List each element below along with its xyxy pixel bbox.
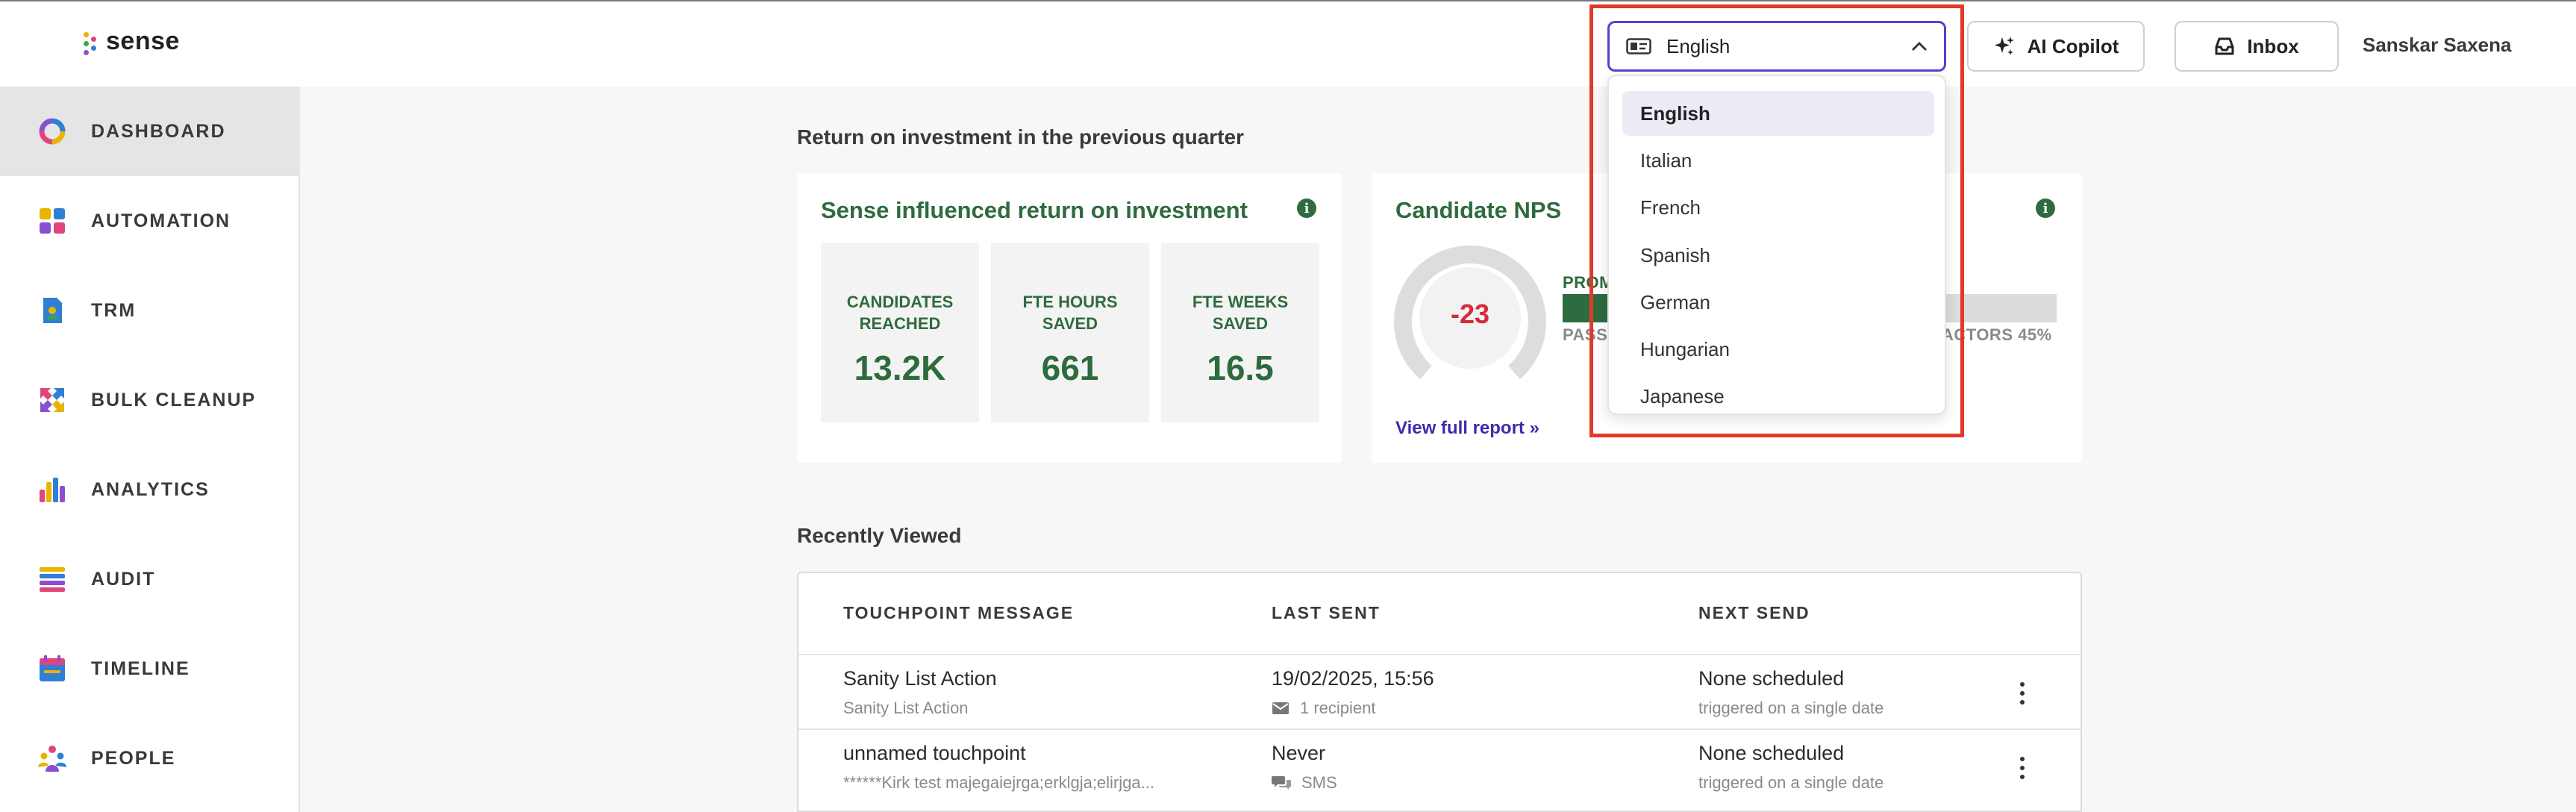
sidebar-item-label: BULK CLEANUP xyxy=(91,389,257,410)
stat-label-line2: REACHED xyxy=(859,314,941,333)
trm-document-icon xyxy=(43,298,62,323)
sparkle-icon xyxy=(1994,37,2014,55)
stat-label-line1: FTE WEEKS xyxy=(1192,293,1289,311)
last-sent-value: Never xyxy=(1272,742,1326,764)
column-header-touchpoint[interactable]: TOUCHPOINT MESSAGE xyxy=(843,603,1074,623)
inbox-label: Inbox xyxy=(2247,34,2299,57)
sidebar-item-people[interactable]: PEOPLE xyxy=(0,713,300,803)
chat-bubbles-icon xyxy=(1272,776,1291,790)
column-header-last-sent[interactable]: LAST SENT xyxy=(1272,603,1381,623)
sidebar: DASHBOARD AUTOMATION TRM BULK CLEANUP AN… xyxy=(0,87,300,812)
envelope-icon xyxy=(1272,702,1289,714)
sidebar-item-audit[interactable]: AUDIT xyxy=(0,534,300,624)
top-header: sense English AI Copilot Inbox Sanskar S… xyxy=(0,0,2576,87)
people-group-icon xyxy=(38,746,66,772)
next-send-value: None scheduled xyxy=(1698,742,1845,764)
sidebar-item-label: ANALYTICS xyxy=(91,478,210,500)
row-menu-icon[interactable] xyxy=(2019,682,2025,705)
nps-card-title: Candidate NPS xyxy=(1395,197,1562,223)
sidebar-item-bulk-cleanup[interactable]: BULK CLEANUP xyxy=(0,355,300,445)
stat-label-line1: CANDIDATES xyxy=(846,293,954,311)
audit-list-icon xyxy=(40,567,65,592)
user-name[interactable]: Sanskar Saxena xyxy=(2363,34,2511,57)
sidebar-item-label: DASHBOARD xyxy=(91,120,226,142)
sidebar-item-label: AUDIT xyxy=(91,568,156,590)
row-menu-icon[interactable] xyxy=(2019,757,2025,779)
sidebar-item-dashboard[interactable]: DASHBOARD xyxy=(0,87,300,176)
stat-label: FTE HOURS SAVED xyxy=(991,291,1149,334)
table-row[interactable]: Sanity List Action Sanity List Action 19… xyxy=(798,654,2081,728)
stat-label-line2: SAVED xyxy=(1212,314,1269,333)
dashboard-ring-icon xyxy=(39,118,66,145)
last-sent-detail: 1 recipient xyxy=(1272,699,1376,718)
sidebar-item-label: TRM xyxy=(91,299,137,321)
touchpoint-name[interactable]: Sanity List Action xyxy=(843,667,997,690)
app-root: sense English AI Copilot Inbox Sanskar S… xyxy=(0,0,2576,812)
sidebar-item-analytics[interactable]: ANALYTICS xyxy=(0,445,300,534)
table-row[interactable]: unnamed touchpoint ******Kirk test majeg… xyxy=(798,728,2081,803)
sidebar-item-timeline[interactable]: TIMELINE xyxy=(0,624,300,713)
logo-dots-icon xyxy=(82,29,99,55)
info-icon[interactable]: i xyxy=(1297,199,1316,218)
stat-candidates-reached: CANDIDATES REACHED 13.2K xyxy=(821,243,979,422)
nps-score: -23 xyxy=(1450,299,1490,329)
next-send-value: None scheduled xyxy=(1698,667,1845,690)
annotation-highlight-box xyxy=(1589,4,1964,437)
sidebar-item-label: AUTOMATION xyxy=(91,210,231,231)
stat-value: 13.2K xyxy=(854,349,946,387)
next-send-detail: triggered on a single date xyxy=(1698,699,1884,717)
stat-label: CANDIDATES REACHED xyxy=(821,291,979,334)
sidebar-item-automation[interactable]: AUTOMATION xyxy=(0,176,300,266)
stat-value: 661 xyxy=(1041,349,1099,387)
last-sent-value: 19/02/2025, 15:56 xyxy=(1272,667,1434,690)
inbox-tray-icon xyxy=(2215,37,2234,55)
sidebar-item-label: TIMELINE xyxy=(91,658,190,679)
next-send-detail: triggered on a single date xyxy=(1698,773,1884,792)
inbox-button[interactable]: Inbox xyxy=(2175,21,2339,72)
ai-copilot-button[interactable]: AI Copilot xyxy=(1967,21,2145,72)
last-sent-channel: SMS xyxy=(1301,773,1337,792)
roi-card-title: Sense influenced return on investment xyxy=(821,197,1248,223)
column-header-next-send[interactable]: NEXT SEND xyxy=(1698,603,1810,623)
automation-grid-icon xyxy=(40,208,65,234)
logo-text: sense xyxy=(106,27,180,55)
view-full-report-link[interactable]: View full report » xyxy=(1395,418,1539,439)
touchpoint-name[interactable]: unnamed touchpoint xyxy=(843,742,1026,765)
stat-fte-weeks-saved: FTE WEEKS SAVED 16.5 xyxy=(1161,243,1319,422)
stat-value: 16.5 xyxy=(1207,349,1274,387)
stat-label-line1: FTE HOURS xyxy=(1022,293,1118,311)
touchpoint-subtitle: Sanity List Action xyxy=(843,699,969,717)
last-sent-recipients: 1 recipient xyxy=(1300,699,1376,717)
nps-info-icon[interactable]: i xyxy=(2036,199,2055,218)
sense-logo[interactable]: sense xyxy=(82,27,180,56)
stat-label: FTE WEEKS SAVED xyxy=(1161,291,1319,334)
last-sent-detail: SMS xyxy=(1272,773,1337,793)
ai-copilot-label: AI Copilot xyxy=(2027,34,2119,57)
stat-label-line2: SAVED xyxy=(1042,314,1098,333)
recently-viewed-table: TOUCHPOINT MESSAGE LAST SENT NEXT SEND S… xyxy=(797,572,2082,812)
stat-fte-hours-saved: FTE HOURS SAVED 661 xyxy=(991,243,1149,422)
bulk-cleanup-arrows-icon xyxy=(40,388,64,412)
sidebar-item-label: PEOPLE xyxy=(91,747,176,769)
sidebar-item-trm[interactable]: TRM xyxy=(0,266,300,355)
touchpoint-subtitle: ******Kirk test majegaiejrga;erklgja;eli… xyxy=(843,773,1154,792)
analytics-bars-icon xyxy=(40,478,65,502)
timeline-calendar-icon xyxy=(40,655,65,681)
roi-section-title: Return on investment in the previous qua… xyxy=(797,125,1244,149)
recently-viewed-title: Recently Viewed xyxy=(797,524,962,547)
